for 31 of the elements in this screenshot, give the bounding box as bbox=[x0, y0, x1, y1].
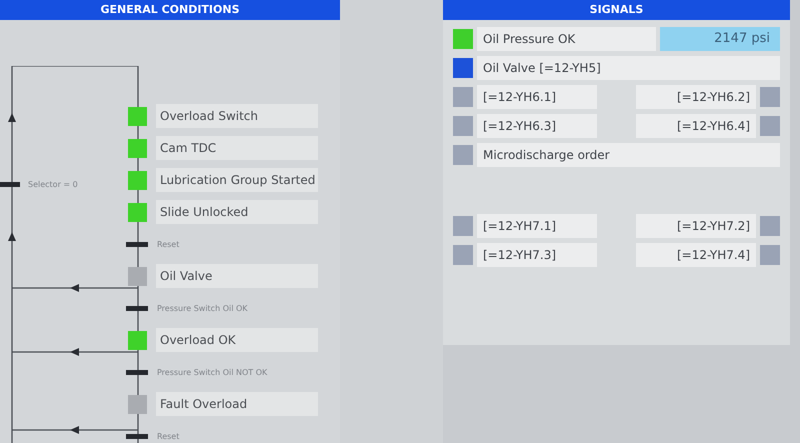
signal-label: Oil Pressure OK bbox=[477, 27, 656, 51]
condition-label: Cam TDC bbox=[156, 136, 318, 160]
transition-label: Pressure Switch Oil OK bbox=[157, 304, 248, 312]
signal-label: [=12-YH6.3] bbox=[477, 114, 597, 138]
condition-label: Lubrication Group Started bbox=[156, 168, 318, 192]
transition-bar bbox=[126, 242, 148, 246]
signal-label: Microdischarge order bbox=[477, 143, 780, 167]
transition-bar bbox=[0, 182, 20, 187]
transition-label: Pressure Switch Oil NOT OK bbox=[157, 368, 268, 376]
signal-label: [=12-YH7.3] bbox=[477, 243, 597, 267]
signal-label: Oil Valve [=12-YH5] bbox=[477, 56, 780, 80]
transition-bar bbox=[126, 434, 148, 438]
signal-label: [=12-YH7.4] bbox=[636, 243, 756, 267]
condition-label: Oil Valve bbox=[156, 264, 318, 288]
condition-label: Overload OK bbox=[156, 328, 318, 352]
signal-label: [=12-YH6.2] bbox=[636, 85, 756, 109]
transition-bar bbox=[126, 306, 148, 310]
signal-label: [=12-YH6.1] bbox=[477, 85, 597, 109]
transition-bar bbox=[126, 370, 148, 374]
pressure-value: 2147 psi bbox=[660, 27, 780, 51]
panel-header: GENERAL CONDITIONS bbox=[0, 0, 340, 20]
signal-label: [=12-YH6.4] bbox=[636, 114, 756, 138]
transition-label: Reset bbox=[157, 240, 180, 248]
condition-label: Overload Switch bbox=[156, 104, 318, 128]
signal-label: [=12-YH7.1] bbox=[477, 214, 597, 238]
signal-label: [=12-YH7.2] bbox=[636, 214, 756, 238]
condition-label: Fault Overload bbox=[156, 392, 318, 416]
condition-label: Slide Unlocked bbox=[156, 200, 318, 224]
transition-label: Selector = 0 bbox=[28, 180, 78, 189]
transition-label: Reset bbox=[157, 432, 180, 440]
panel-header: SIGNALS bbox=[443, 0, 790, 20]
